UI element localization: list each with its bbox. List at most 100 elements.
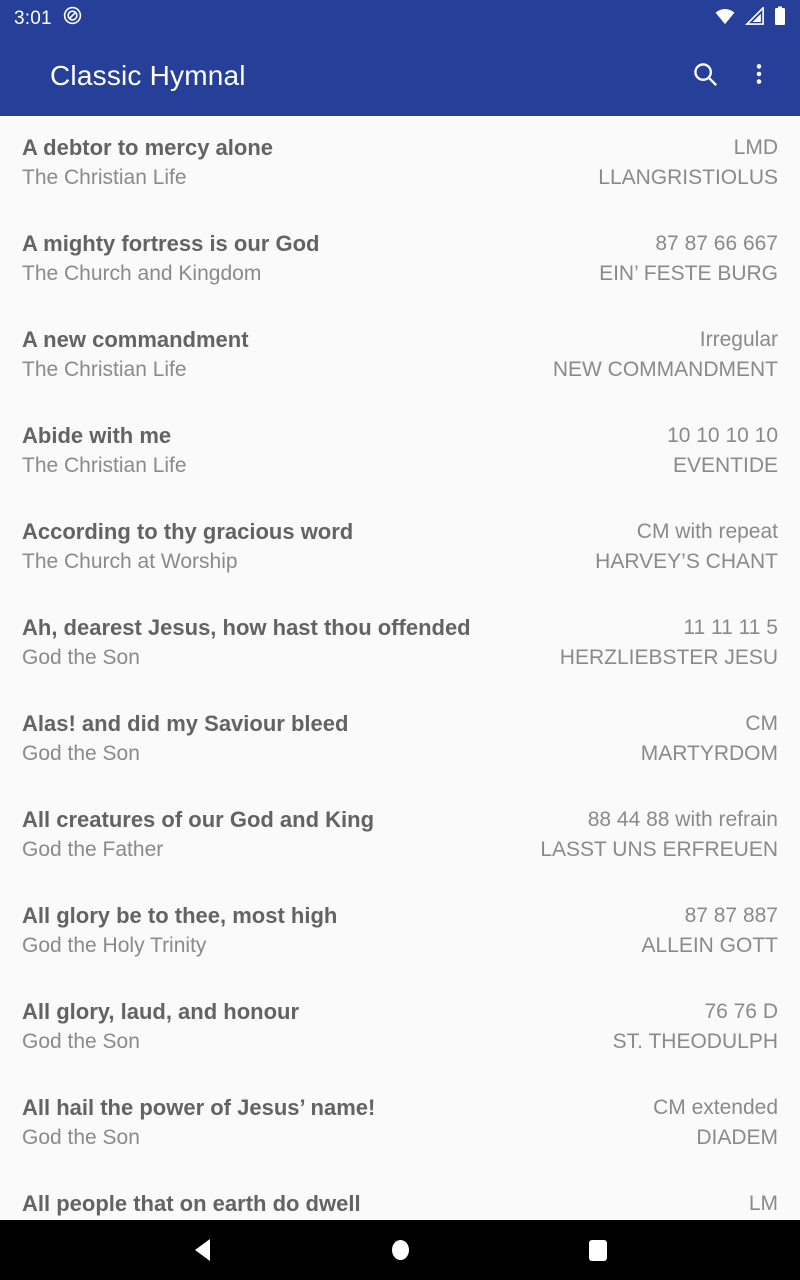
hymn-title: A new commandment <box>22 327 249 352</box>
hymn-row-left: A mighty fortress is our God The Church a… <box>22 229 319 288</box>
hymn-title: All glory be to thee, most high <box>22 903 338 928</box>
hymn-row-left: All hail the power of Jesus’ name! God th… <box>22 1093 375 1152</box>
hymn-list-item[interactable]: All glory, laud, and honour God the Son 76… <box>0 980 800 1076</box>
hymn-title: Alas! and did my Saviour bleed <box>22 711 349 736</box>
hymn-title: Abide with me <box>22 423 172 448</box>
hymn-row-left: Ah, dearest Jesus, how hast thou offende… <box>22 613 471 672</box>
hymn-row-right: 76 76 D ST. THEODULPH <box>601 997 778 1056</box>
hymn-row-left: All people that on earth do dwell <box>22 1189 361 1219</box>
system-navigation-bar <box>0 1220 800 1280</box>
page-title: Classic Hymnal <box>50 60 246 91</box>
hymn-meter: 11 11 11 5 <box>683 616 778 639</box>
hymn-row-left: All creatures of our God and King God the… <box>22 805 374 864</box>
hymn-row-left: All glory, laud, and honour God the Son <box>22 997 299 1056</box>
hymn-title: All glory, laud, and honour <box>22 999 300 1024</box>
hymn-row-right: CM extended DIADEM <box>641 1093 778 1152</box>
recents-button[interactable] <box>568 1220 628 1280</box>
hymn-list-item[interactable]: A new commandment The Christian Life Irreg… <box>0 308 800 404</box>
status-bar-left: 3:01 <box>14 6 82 30</box>
hymn-row-right: 87 87 887 ALLEIN GOTT <box>629 901 778 960</box>
search-button[interactable] <box>678 49 732 103</box>
search-icon <box>691 60 719 93</box>
hymn-title: All creatures of our God and King <box>22 807 375 832</box>
hymn-tune: DIADEM <box>696 1126 778 1149</box>
hymn-section: God the Son <box>22 646 140 669</box>
android-screen: 3:01 Classic Hymnal A debtor to mercy al… <box>0 0 800 1280</box>
hymn-row-right: LM <box>737 1189 778 1219</box>
hymn-tune: EIN’ FESTE BURG <box>599 262 778 285</box>
hymn-meter: 88 44 88 with refrain <box>587 808 778 831</box>
hymn-title: Ah, dearest Jesus, how hast thou offende… <box>22 615 471 640</box>
hymn-title: All hail the power of Jesus’ name! <box>22 1095 376 1120</box>
hymn-row-right: 88 44 88 with refrain LASST UNS ERFREUEN <box>528 805 778 864</box>
status-bar-clock: 3:01 <box>14 7 52 29</box>
hymn-meter: LM <box>748 1192 778 1215</box>
hymn-row-left: Alas! and did my Saviour bleed God the So… <box>22 709 348 768</box>
hymn-tune: HARVEY’S CHANT <box>595 550 778 573</box>
hymn-list-item[interactable]: According to thy gracious word The Church… <box>0 500 800 596</box>
hymn-list-item[interactable]: Abide with me The Christian Life 10 10 10 … <box>0 404 800 500</box>
hymn-meter: LMD <box>733 136 778 159</box>
hymn-meter: Irregular <box>699 328 778 351</box>
hymn-list-item[interactable]: A debtor to mercy alone The Christian Lif… <box>0 116 800 212</box>
hymn-section: God the Son <box>22 742 140 765</box>
hymn-row-right: LMD LLANGRISTIOLUS <box>586 133 778 192</box>
home-icon <box>391 1240 409 1260</box>
app-bar: Classic Hymnal <box>0 36 800 116</box>
hymn-section: The Church at Worship <box>22 550 238 573</box>
recents-icon <box>589 1239 607 1261</box>
hymn-meter: 10 10 10 10 <box>667 424 778 447</box>
hymn-meter: 87 87 887 <box>684 904 778 927</box>
hymn-meter: CM with repeat <box>636 520 778 543</box>
hymn-list-item[interactable]: All people that on earth do dwell LM <box>0 1172 800 1220</box>
hymn-row-right: 10 10 10 10 EVENTIDE <box>655 421 778 480</box>
hymn-row-left: A debtor to mercy alone The Christian Lif… <box>22 133 273 192</box>
back-icon <box>194 1239 210 1261</box>
hymn-row-left: Abide with me The Christian Life <box>22 421 187 480</box>
overflow-menu-button[interactable] <box>732 49 786 103</box>
hymn-title: All people that on earth do dwell <box>22 1191 361 1216</box>
hymn-section: The Christian Life <box>22 454 187 477</box>
more-options-icon <box>746 61 772 92</box>
hymn-list-item[interactable]: Ah, dearest Jesus, how hast thou offende… <box>0 596 800 692</box>
hymn-row-right: 11 11 11 5 HERZLIEBSTER JESU <box>548 613 778 672</box>
hymn-meter: 76 76 D <box>704 1000 778 1023</box>
hymn-tune: MARTYRDOM <box>640 742 778 765</box>
hymn-row-right: CM with repeat HARVEY’S CHANT <box>583 517 778 576</box>
hymn-list-item[interactable]: Alas! and did my Saviour bleed God the So… <box>0 692 800 788</box>
hymn-row-left: According to thy gracious word The Church… <box>22 517 353 576</box>
hymn-section: The Christian Life <box>22 358 187 381</box>
hymn-tune: LLANGRISTIOLUS <box>598 166 778 189</box>
hymn-row-left: All glory be to thee, most high God the H… <box>22 901 337 960</box>
hymn-list-item[interactable]: All hail the power of Jesus’ name! God th… <box>0 1076 800 1172</box>
hymn-title: A debtor to mercy alone <box>22 135 274 160</box>
hymn-list-item[interactable]: All creatures of our God and King God the… <box>0 788 800 884</box>
wifi-icon <box>714 7 736 30</box>
hymn-section: God the Father <box>22 838 164 861</box>
hymn-title: A mighty fortress is our God <box>22 231 320 256</box>
hymn-list-item[interactable]: A mighty fortress is our God The Church a… <box>0 212 800 308</box>
hymn-section: The Church and Kingdom <box>22 262 262 285</box>
battery-full-icon <box>774 6 786 31</box>
hymn-title: According to thy gracious word <box>22 519 354 544</box>
hymn-section: The Christian Life <box>22 166 187 189</box>
home-button[interactable] <box>370 1220 430 1280</box>
hymn-section: God the Son <box>22 1126 140 1149</box>
hymn-list[interactable]: A debtor to mercy alone The Christian Lif… <box>0 116 800 1220</box>
hymn-meter: CM <box>745 712 778 735</box>
cell-signal-icon <box>744 5 765 30</box>
do-not-disturb-icon <box>63 6 82 30</box>
status-bar-right <box>714 5 786 31</box>
hymn-row-right: Irregular NEW COMMANDMENT <box>541 325 778 384</box>
hymn-tune: HERZLIEBSTER JESU <box>559 646 778 669</box>
hymn-tune: EVENTIDE <box>672 454 778 477</box>
hymn-meter: 87 87 66 667 <box>655 232 778 255</box>
status-bar: 3:01 <box>0 0 800 36</box>
hymn-tune: ALLEIN GOTT <box>641 934 778 957</box>
hymn-meter: CM extended <box>653 1096 778 1119</box>
back-button[interactable] <box>172 1220 232 1280</box>
hymn-tune: NEW COMMANDMENT <box>552 358 778 381</box>
hymn-section: God the Son <box>22 1030 140 1053</box>
hymn-row-right: CM MARTYRDOM <box>629 709 778 768</box>
hymn-list-item[interactable]: All glory be to thee, most high God the H… <box>0 884 800 980</box>
